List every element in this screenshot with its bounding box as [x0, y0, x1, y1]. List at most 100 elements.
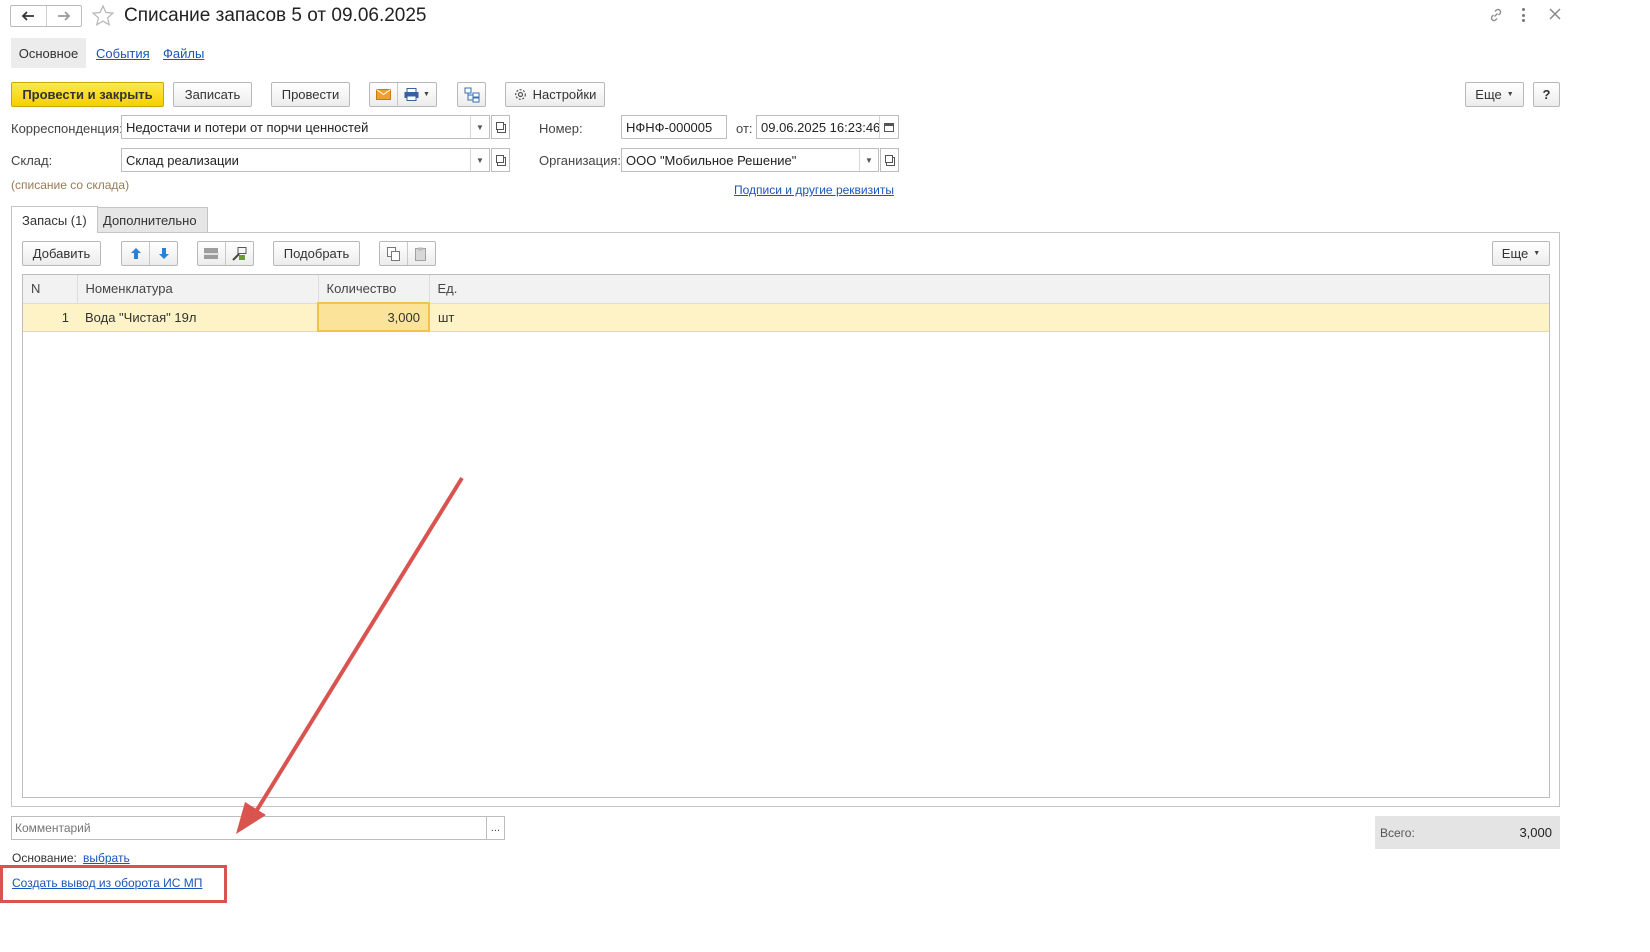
chevron-down-icon: ▼ — [1533, 250, 1541, 257]
cell-qty[interactable]: 3,000 — [317, 302, 430, 332]
arrow-right-icon — [57, 11, 71, 21]
pick-button[interactable]: Подобрать — [273, 241, 360, 266]
organization-label: Организация: — [539, 153, 622, 168]
document-structure-icon — [464, 87, 479, 102]
organization-value: ООО "Мобильное Решение" — [626, 152, 797, 168]
open-organization-button[interactable] — [880, 148, 899, 172]
table-header-row: N Номенклатура Количество Ед. — [23, 275, 1549, 304]
scanner-button[interactable] — [226, 242, 253, 265]
comment-field[interactable] — [11, 816, 487, 840]
save-button[interactable]: Записать — [173, 82, 252, 107]
signatures-link[interactable]: Подписи и другие реквизиты — [734, 183, 894, 197]
column-header-qty[interactable]: Количество — [318, 275, 430, 304]
nav-tab-main-label: Основное — [18, 45, 79, 61]
nav-tab-files[interactable]: Файлы — [163, 46, 204, 61]
close-icon[interactable] — [1548, 7, 1562, 24]
barcode-icon — [204, 248, 219, 259]
table-more-button[interactable]: Еще ▼ — [1492, 241, 1550, 266]
structure-button[interactable] — [457, 82, 486, 107]
warehouse-hint: (списание со склада) — [11, 178, 130, 192]
paste-icon — [415, 247, 426, 261]
email-print-group: ▼ — [369, 82, 437, 107]
total-label: Всего: — [1380, 826, 1415, 840]
warehouse-value: Склад реализации — [126, 152, 239, 168]
cell-name[interactable]: Вода "Чистая" 19л — [77, 303, 318, 332]
chevron-down-icon[interactable]: ▼ — [470, 116, 489, 138]
tab-additional[interactable]: Дополнительно — [92, 207, 208, 233]
move-down-button[interactable] — [150, 242, 177, 265]
open-warehouse-button[interactable] — [491, 148, 510, 172]
date-value: 09.06.2025 16:23:46 — [761, 119, 879, 135]
print-button[interactable]: ▼ — [398, 83, 436, 106]
tab-additional-label: Дополнительно — [103, 213, 197, 228]
total-box: Всего: 3,000 — [1375, 816, 1560, 849]
copy-paste-buttons — [379, 241, 436, 266]
total-value: 3,000 — [1519, 825, 1552, 840]
barcode-button[interactable] — [198, 242, 226, 265]
table-more-label: Еще — [1501, 246, 1529, 261]
post-button[interactable]: Провести — [271, 82, 350, 107]
basis-label: Основание: — [12, 851, 77, 865]
arrow-down-icon — [158, 248, 169, 259]
settings-label: Настройки — [532, 87, 597, 102]
chevron-down-icon[interactable]: ▼ — [859, 149, 878, 171]
chevron-down-icon: ▼ — [423, 91, 430, 98]
tab-inventory[interactable]: Запасы (1) — [11, 206, 98, 233]
warehouse-field[interactable]: Склад реализации ▼ — [121, 148, 490, 172]
items-grid: N Номенклатура Количество Ед. 1 Вода "Чи… — [22, 274, 1550, 798]
window-title: Списание запасов 5 от 09.06.2025 — [124, 5, 427, 26]
comment-expand-button[interactable]: ... — [486, 816, 505, 840]
settings-button[interactable]: Настройки — [505, 82, 605, 107]
paste-button[interactable] — [408, 242, 435, 265]
column-header-name[interactable]: Номенклатура — [77, 275, 319, 304]
chevron-down-icon: ▼ — [1506, 91, 1514, 98]
warehouse-label: Склад: — [11, 153, 53, 168]
items-table: N Номенклатура Количество Ед. 1 Вода "Чи… — [23, 275, 1549, 332]
help-button[interactable]: ? — [1533, 82, 1560, 107]
printer-icon — [404, 88, 419, 101]
correspondence-label: Корреспонденция: — [11, 121, 123, 136]
tab-inventory-label: Запасы (1) — [22, 212, 87, 228]
add-button[interactable]: Добавить — [22, 241, 101, 266]
column-header-unit[interactable]: Ед. — [429, 275, 1549, 304]
move-up-button[interactable] — [122, 242, 150, 265]
number-value: НФНФ-000005 — [626, 119, 713, 135]
cell-n[interactable]: 1 — [23, 303, 77, 332]
create-withdrawal-link[interactable]: Создать вывод из оборота ИС МП — [12, 876, 202, 890]
date-label: от: — [736, 121, 753, 136]
basis-select-link[interactable]: выбрать — [83, 851, 130, 865]
nav-tab-main[interactable]: Основное — [11, 38, 86, 68]
table-row[interactable]: 1 Вода "Чистая" 19л 3,000 шт — [23, 302, 1549, 332]
date-field[interactable]: 09.06.2025 16:23:46 — [756, 115, 899, 139]
scanner-icon — [232, 246, 247, 261]
calendar-icon[interactable] — [879, 116, 898, 138]
copy-icon — [387, 246, 400, 261]
favorite-star-icon[interactable] — [91, 4, 115, 31]
more-label: Еще — [1475, 87, 1502, 102]
more-menu-icon[interactable] — [1522, 8, 1526, 22]
back-button[interactable] — [11, 6, 47, 26]
number-label: Номер: — [539, 121, 583, 136]
arrow-up-icon — [130, 248, 141, 259]
gear-icon — [514, 89, 526, 100]
correspondence-value: Недостачи и потери от порчи ценностей — [126, 119, 369, 135]
nav-tab-events[interactable]: События — [96, 46, 150, 61]
post-and-close-button[interactable]: Провести и закрыть — [11, 82, 164, 107]
forward-button[interactable] — [47, 6, 82, 26]
email-button[interactable] — [370, 83, 398, 106]
correspondence-field[interactable]: Недостачи и потери от порчи ценностей ▼ — [121, 115, 490, 139]
comment-input[interactable] — [12, 817, 486, 839]
copy-button[interactable] — [380, 242, 408, 265]
chevron-down-icon[interactable]: ▼ — [470, 149, 489, 171]
envelope-icon — [376, 89, 391, 100]
move-buttons — [121, 241, 178, 266]
link-icon[interactable] — [1488, 7, 1504, 26]
nav-buttons — [10, 5, 82, 27]
cell-unit[interactable]: шт — [429, 303, 1549, 332]
barcode-buttons — [197, 241, 254, 266]
number-field[interactable]: НФНФ-000005 — [621, 115, 727, 139]
open-correspondence-button[interactable] — [491, 115, 510, 139]
organization-field[interactable]: ООО "Мобильное Решение" ▼ — [621, 148, 879, 172]
more-button[interactable]: Еще ▼ — [1465, 82, 1524, 107]
column-header-n[interactable]: N — [23, 275, 78, 304]
